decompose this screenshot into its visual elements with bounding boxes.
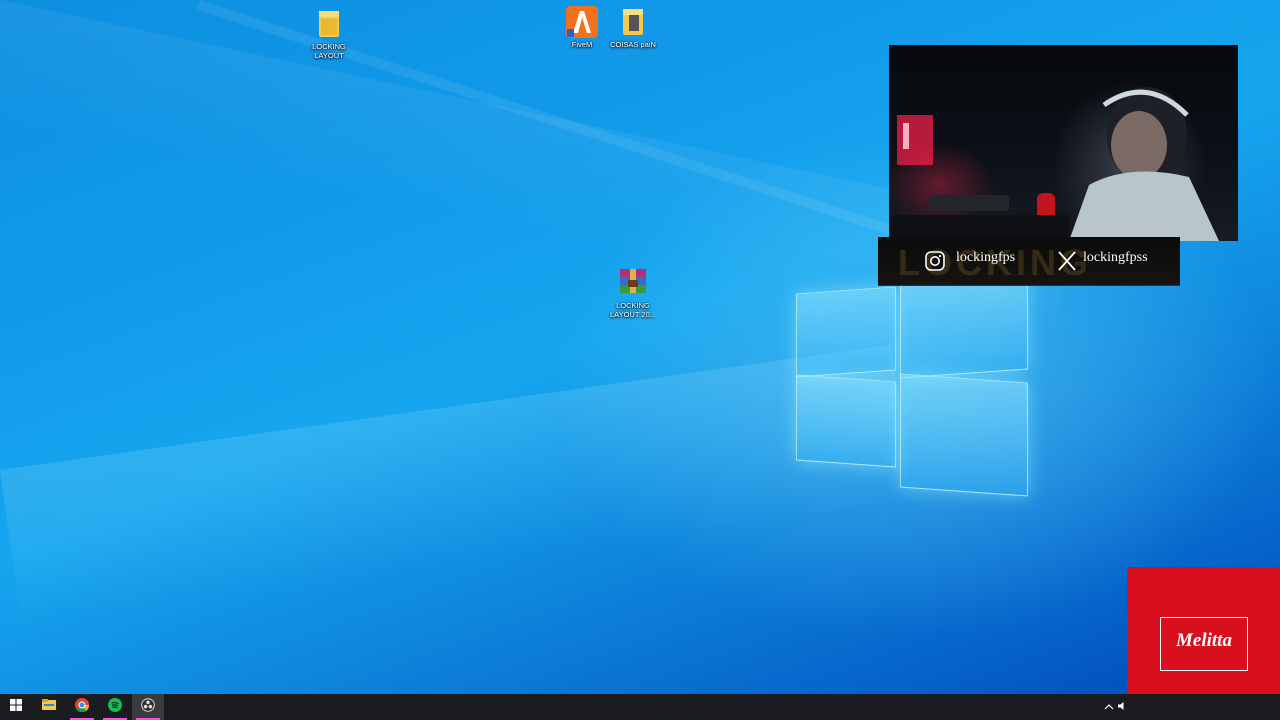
webcam-feed [889, 45, 1238, 241]
instagram-icon [924, 250, 946, 277]
fivem-icon [565, 5, 599, 39]
tray-volume[interactable] [1116, 694, 1128, 720]
folder-icon [312, 7, 346, 41]
social-handles-bar: LOCKING lockingfps lockingfpss [878, 237, 1180, 286]
folder-icon [616, 5, 650, 39]
windows-logo [796, 275, 1028, 497]
spotify-icon [108, 697, 122, 717]
volume-icon [1117, 698, 1127, 716]
desktop-icon-label: COISAS paiN [610, 40, 656, 49]
wallpaper-beam [0, 344, 914, 629]
start-button[interactable] [0, 694, 32, 720]
desktop-icon-locking-layout-archive[interactable]: LOCKING LAYOUT 20... [600, 266, 666, 319]
winrar-archive-icon [616, 266, 650, 300]
instagram-handle: lockingfps [956, 250, 1016, 265]
chrome-icon [75, 697, 90, 717]
taskbar-obs[interactable] [132, 694, 164, 720]
melitta-brand-text: Melitta [1176, 630, 1232, 651]
melitta-logo-box: Melitta [1160, 617, 1248, 671]
taskbar-spotify[interactable] [99, 694, 131, 720]
desktop-icon-coisas-pain[interactable]: COISAS paiN [600, 5, 666, 49]
obs-icon [141, 697, 155, 717]
x-twitter-icon [1056, 250, 1078, 277]
x-handle: lockingfpss [1083, 250, 1148, 265]
taskbar [0, 694, 1280, 720]
windows-start-icon [10, 698, 22, 716]
taskbar-chrome[interactable] [66, 694, 98, 720]
file-explorer-icon [42, 698, 56, 716]
taskbar-file-explorer[interactable] [33, 694, 65, 720]
desktop-icon-label: LOCKING LAYOUT [312, 42, 346, 60]
chevron-up-icon [1104, 698, 1114, 716]
desktop-icon-label: LOCKING LAYOUT 20... [610, 301, 656, 319]
desktop-icon-locking-layout[interactable]: LOCKING LAYOUT [296, 7, 362, 60]
